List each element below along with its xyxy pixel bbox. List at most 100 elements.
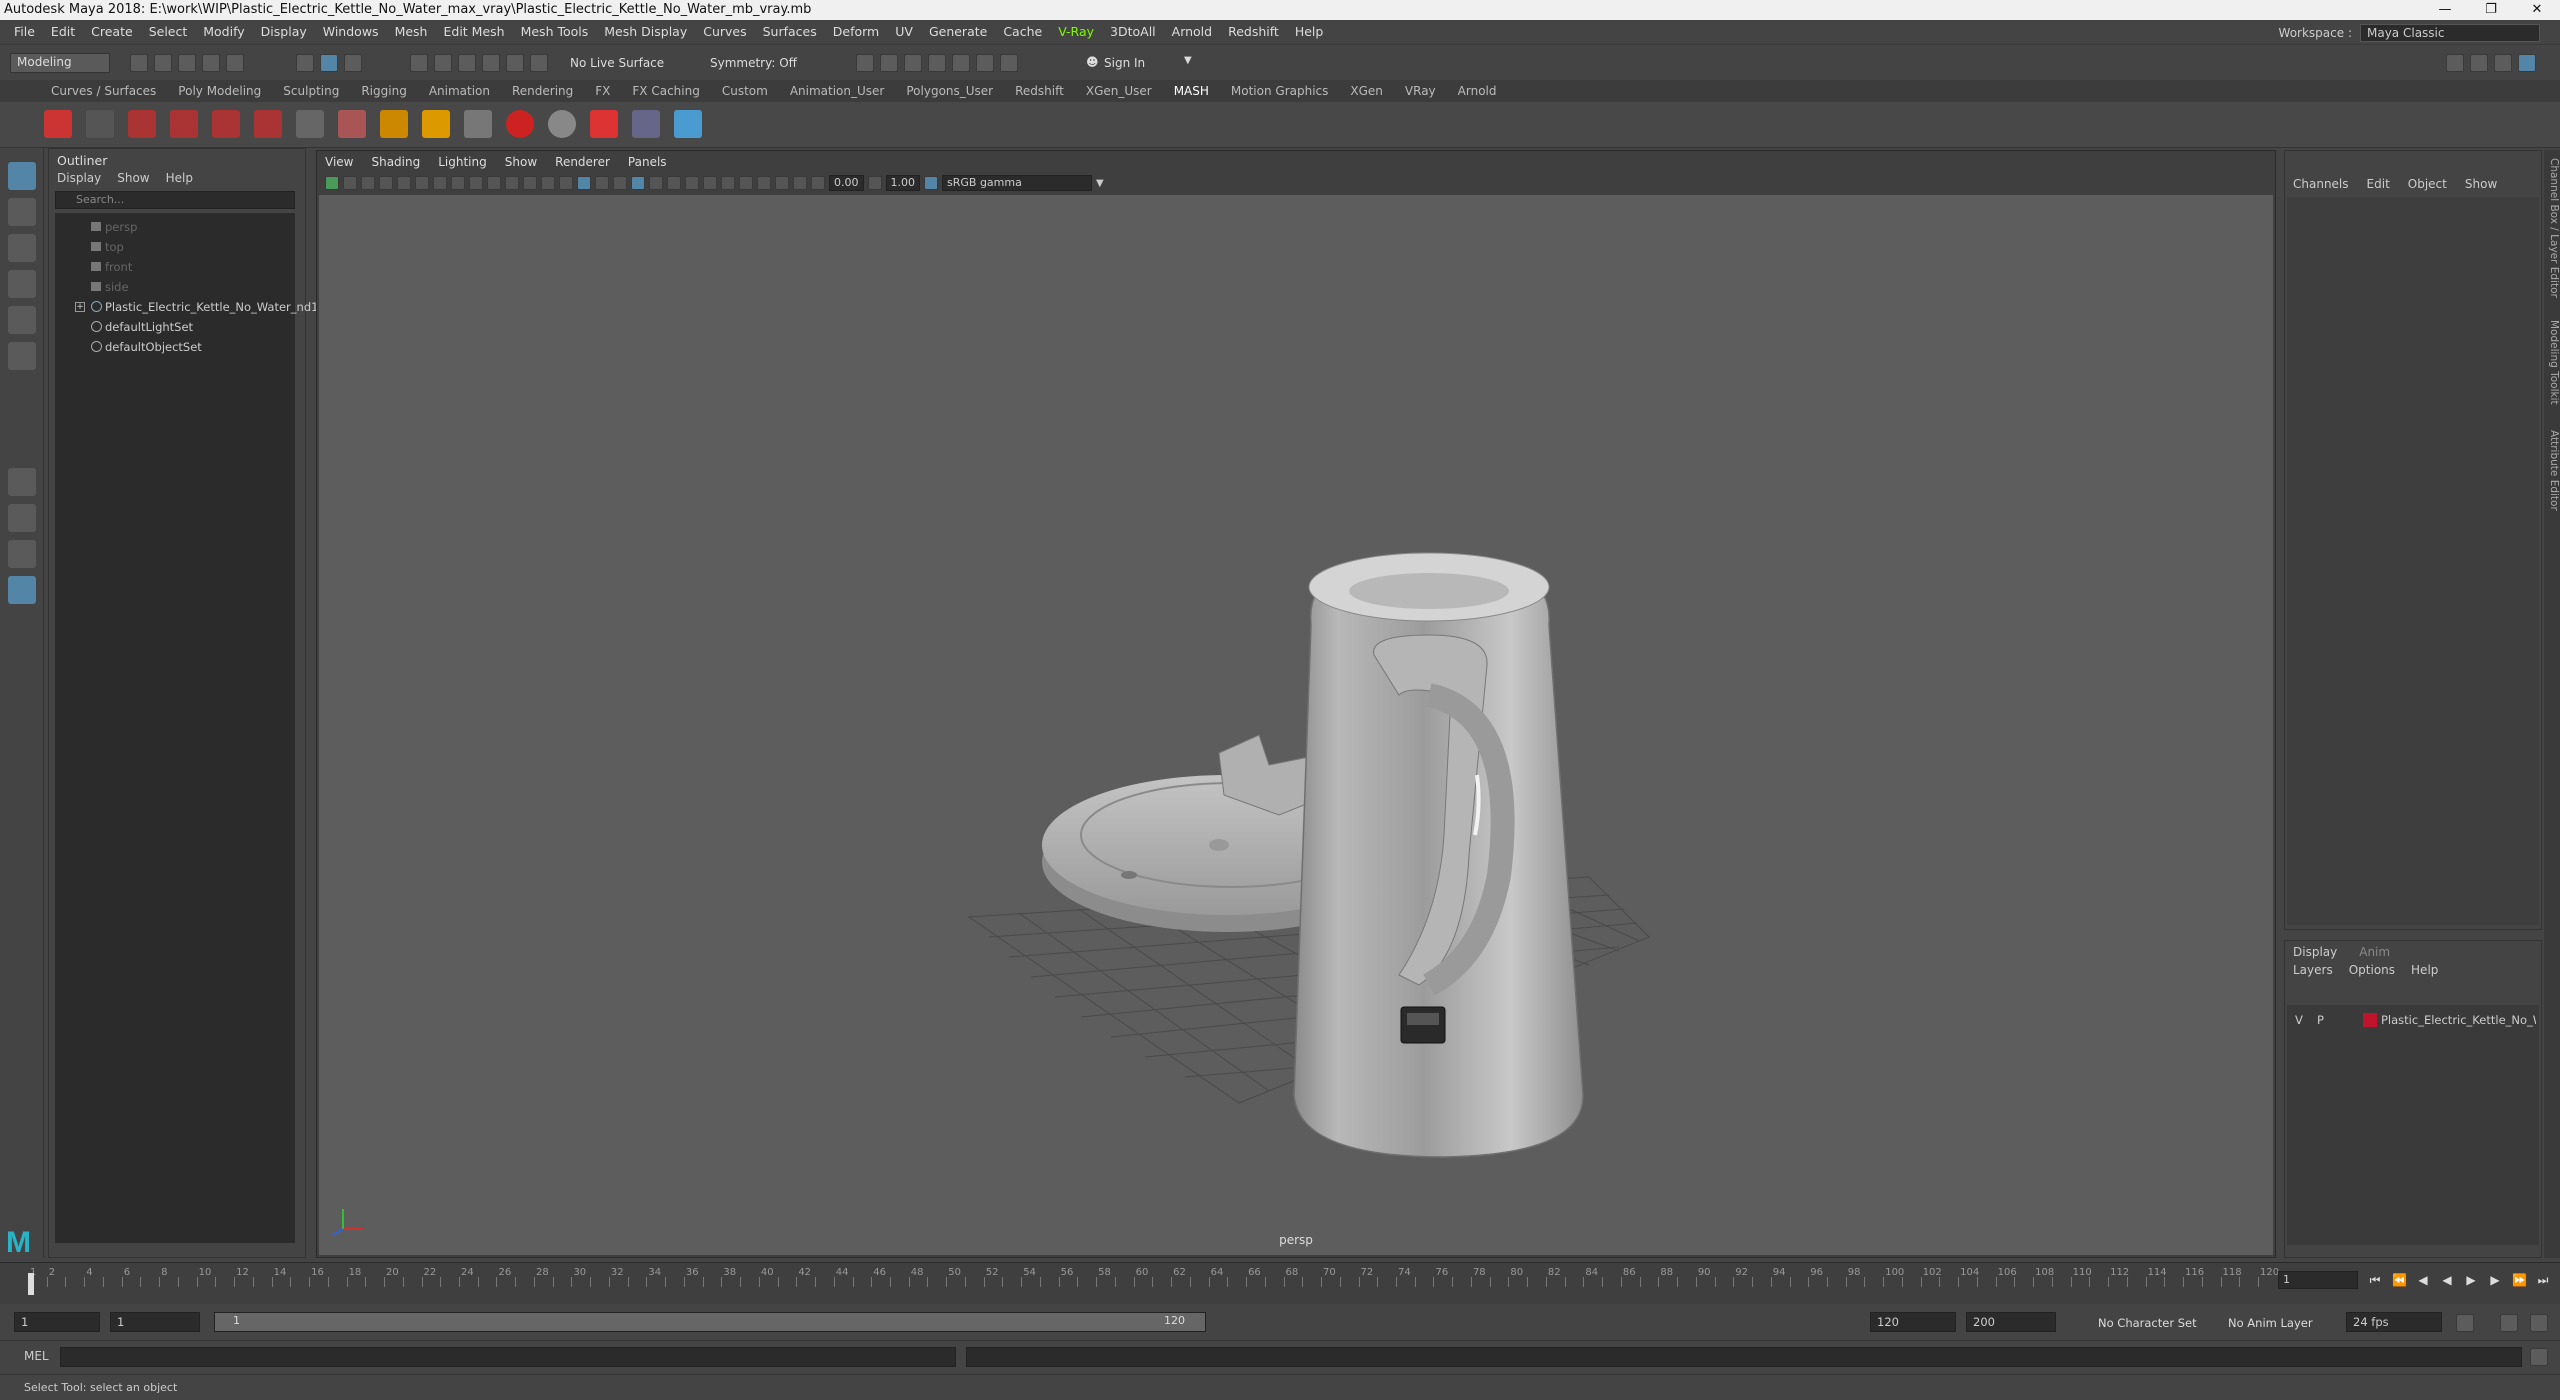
single-perspective-layout-icon[interactable] (8, 468, 36, 496)
mash-world-icon[interactable] (464, 110, 492, 138)
shelf-tab-rendering[interactable]: Rendering (501, 84, 584, 98)
depth-of-field-icon[interactable] (721, 176, 735, 190)
select-tool-icon[interactable] (8, 162, 36, 190)
paint-select-tool-icon[interactable] (8, 234, 36, 262)
3d-viewport[interactable]: persp (319, 195, 2273, 1255)
layer-tab-anim[interactable]: Anim (2359, 945, 2390, 959)
safe-title-icon[interactable] (541, 176, 555, 190)
side-tab-modeling-toolkit[interactable]: Modeling Toolkit (2544, 320, 2560, 405)
menu-set-select[interactable]: Modeling (10, 53, 110, 73)
outliner-menu-display[interactable]: Display (57, 171, 101, 185)
layer-playback-toggle[interactable]: P (2317, 1009, 2324, 1031)
isolate-select-icon[interactable] (739, 176, 753, 190)
outliner-item[interactable]: defaultObjectSet (55, 337, 295, 357)
outliner-search-input[interactable]: Search... (55, 191, 295, 209)
open-scene-icon[interactable] (154, 54, 172, 72)
select-component-icon[interactable] (344, 54, 362, 72)
mash-script-icon[interactable] (674, 110, 702, 138)
render-settings-icon[interactable] (928, 54, 946, 72)
menu-file[interactable]: File (6, 24, 43, 39)
mash-text-icon[interactable] (380, 110, 408, 138)
shadows-icon[interactable] (649, 176, 663, 190)
close-button[interactable]: ✕ (2514, 0, 2560, 20)
menu-3dtoall[interactable]: 3DtoAll (1102, 24, 1164, 39)
channel-box-body[interactable] (2287, 197, 2539, 925)
play-backwards-icon[interactable]: ◀ (2440, 1273, 2454, 1287)
default-material-icon[interactable] (595, 176, 609, 190)
menu-curves[interactable]: Curves (695, 24, 754, 39)
snap-live-icon[interactable] (506, 54, 524, 72)
undo-icon[interactable] (202, 54, 220, 72)
step-back-frame-icon[interactable]: ◀ (2416, 1273, 2430, 1287)
mash-create-network-icon[interactable] (44, 110, 72, 138)
range-bar[interactable]: 1 120 (214, 1312, 1206, 1332)
safe-action-icon[interactable] (523, 176, 537, 190)
loop-icon[interactable] (2456, 1314, 2474, 1332)
step-back-key-icon[interactable]: ⏪ (2392, 1273, 2407, 1287)
mash-sphere-icon[interactable] (506, 110, 534, 138)
shelf-tab-xgen[interactable]: XGen (1339, 84, 1394, 98)
scale-tool-icon[interactable] (8, 342, 36, 370)
step-forward-frame-icon[interactable]: ▶ (2488, 1273, 2502, 1287)
screen-space-ao-icon[interactable] (667, 176, 681, 190)
menu-create[interactable]: Create (83, 24, 141, 39)
animation-start-field[interactable]: 1 (14, 1312, 100, 1332)
viewport-menu-lighting[interactable]: Lighting (438, 155, 487, 169)
anti-aliasing-icon[interactable] (703, 176, 717, 190)
snap-history-icon[interactable] (530, 54, 548, 72)
viewport-menu-panels[interactable]: Panels (628, 155, 667, 169)
new-scene-icon[interactable] (130, 54, 148, 72)
auto-key-icon[interactable] (2500, 1314, 2518, 1332)
outliner-item[interactable]: defaultLightSet (55, 317, 295, 337)
time-slider[interactable]: 1246810121416182022242628303234363840424… (0, 1262, 2560, 1304)
go-to-end-icon[interactable]: ⏭ (2536, 1273, 2550, 1287)
gamma-field[interactable]: 1.00 (885, 175, 920, 191)
menu-arnold[interactable]: Arnold (1164, 24, 1220, 39)
shelf-tab-vray[interactable]: VRay (1394, 84, 1447, 98)
channel-menu-edit[interactable]: Edit (2367, 177, 2390, 191)
restore-button[interactable]: ❐ (2468, 0, 2514, 20)
sign-in-button[interactable]: Sign In (1104, 56, 1145, 70)
mash-curve-icon[interactable] (170, 110, 198, 138)
animation-end-field[interactable]: 200 (1966, 1312, 2056, 1332)
menu-v-ray[interactable]: V-Ray (1050, 24, 1102, 39)
workspace-select[interactable]: Maya Classic (2360, 24, 2540, 42)
camera-attributes-icon[interactable] (343, 176, 357, 190)
shelf-tab-redshift[interactable]: Redshift (1004, 84, 1075, 98)
field-chart-icon[interactable] (505, 176, 519, 190)
color-space-select[interactable]: sRGB gamma (942, 175, 1092, 191)
outliner-item[interactable]: side (55, 277, 295, 297)
mash-outliner-icon[interactable] (86, 110, 114, 138)
snap-curve-icon[interactable] (434, 54, 452, 72)
menu-deform[interactable]: Deform (825, 24, 887, 39)
menu-display[interactable]: Display (253, 24, 315, 39)
channel-menu-object[interactable]: Object (2408, 177, 2447, 191)
shelf-tab-arnold[interactable]: Arnold (1447, 84, 1508, 98)
grid-toggle-icon[interactable] (433, 176, 447, 190)
side-tab-channel-box[interactable]: Channel Box / Layer Editor (2544, 158, 2560, 298)
outliner-item[interactable]: front (55, 257, 295, 277)
menu-help[interactable]: Help (1287, 24, 1332, 39)
anim-layer-select[interactable]: No Anim Layer (2228, 1316, 2313, 1330)
menu-redshift[interactable]: Redshift (1220, 24, 1287, 39)
shelf-tab-polygons-user[interactable]: Polygons_User (895, 84, 1004, 98)
channel-menu-channels[interactable]: Channels (2293, 177, 2349, 191)
four-view-layout-icon[interactable] (8, 504, 36, 532)
motion-blur-icon[interactable] (685, 176, 699, 190)
color-space-dropdown-icon[interactable]: ▼ (1096, 178, 1104, 189)
layer-tab-display[interactable]: Display (2293, 945, 2337, 959)
current-time-indicator[interactable] (28, 1273, 34, 1295)
move-tool-icon[interactable] (8, 270, 36, 298)
outliner-menu-show[interactable]: Show (117, 171, 149, 185)
shelf-tab-fx-caching[interactable]: FX Caching (621, 84, 710, 98)
mash-dynamics-icon[interactable] (548, 110, 576, 138)
mash-spline-icon[interactable] (254, 110, 282, 138)
shelf-tab-animation-user[interactable]: Animation_User (779, 84, 896, 98)
render-view-icon[interactable] (976, 54, 994, 72)
render-sequence-icon[interactable] (880, 54, 898, 72)
menu-surfaces[interactable]: Surfaces (755, 24, 825, 39)
fps-select[interactable]: 24 fps (2346, 1312, 2442, 1332)
play-forwards-icon[interactable]: ▶ (2464, 1273, 2478, 1287)
mash-grid-icon[interactable] (296, 110, 324, 138)
layer-visibility-toggle[interactable]: V (2295, 1009, 2303, 1031)
